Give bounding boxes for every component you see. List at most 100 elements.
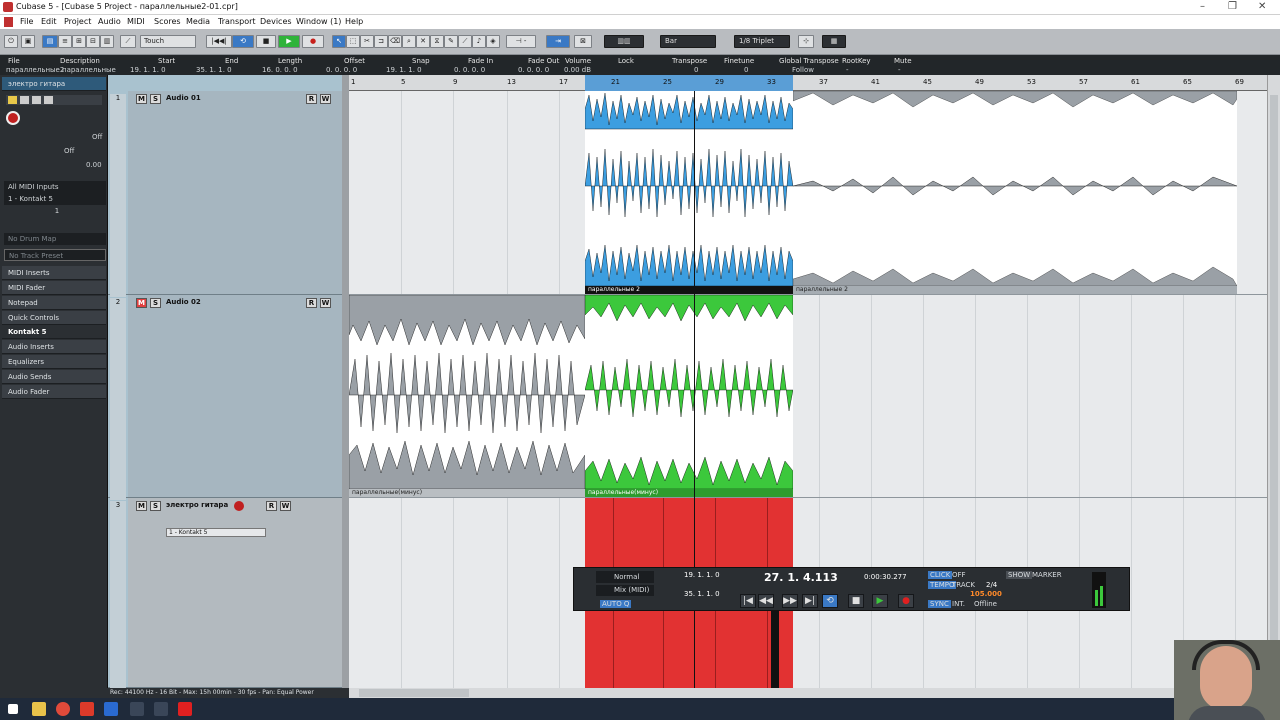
draw-tool[interactable]: ✎ — [444, 35, 458, 48]
track-write-button[interactable]: W — [320, 298, 331, 308]
midi-output-select[interactable]: 1 - Kontakt 5 — [4, 193, 106, 205]
rewind-icon[interactable]: ◀◀ — [758, 594, 774, 608]
position-bars-display[interactable]: 27. 1. 4.113 — [764, 571, 838, 584]
info-mute-value[interactable]: - — [898, 66, 901, 74]
split-tool[interactable]: ✂ — [360, 35, 374, 48]
zoom-tool[interactable]: ⌕ — [402, 35, 416, 48]
vertical-scrollbar[interactable] — [1267, 75, 1280, 688]
midi-channel-select[interactable]: 1 — [4, 205, 106, 217]
left-locator-value[interactable]: 19. 1. 1. 0 — [684, 571, 720, 579]
track-read-button[interactable]: R — [306, 298, 317, 308]
section-audio-sends[interactable]: Audio Sends — [2, 370, 106, 384]
erase-tool[interactable]: ⌫ — [388, 35, 402, 48]
section-midi-fader[interactable]: MIDI Fader — [2, 281, 106, 295]
minimize-button[interactable]: – — [1200, 1, 1205, 12]
section-audio-inserts[interactable]: Audio Inserts — [2, 340, 106, 354]
record-enable-icon[interactable] — [6, 111, 20, 125]
stop-icon[interactable]: ■ — [848, 594, 864, 608]
tempo-value[interactable]: 105.000 — [970, 590, 1002, 598]
track-name[interactable]: Audio 01 — [166, 94, 201, 102]
show-mixer-icon[interactable]: ▥ — [100, 35, 114, 48]
toolbar-extra-icon[interactable]: ⊹ — [798, 35, 814, 48]
audio-event-green[interactable]: параллельные(минус) — [585, 295, 793, 497]
color-tool[interactable]: ◈ — [486, 35, 500, 48]
go-to-start-button[interactable]: |◀◀| — [206, 35, 232, 48]
time-warp-tool[interactable]: ⧖ — [430, 35, 444, 48]
click-label[interactable]: CLICK — [928, 571, 953, 579]
snap-type-select[interactable]: ▥▥ — [604, 35, 644, 48]
info-offset-value[interactable]: 0. 0. 0. 0 — [326, 66, 357, 74]
track-name[interactable]: электро гитара — [166, 501, 228, 509]
info-end-value[interactable]: 35. 1. 1. 0 — [196, 66, 232, 74]
horizontal-scrollbar[interactable] — [349, 688, 1267, 698]
cubase-taskbar-icon[interactable] — [104, 702, 118, 716]
automation-mode-icon[interactable]: ⟋ — [120, 35, 136, 48]
stop-button[interactable]: ■ — [256, 35, 276, 48]
info-length-value[interactable]: 16. 0. 0. 0 — [262, 66, 298, 74]
snap-to-zero-button[interactable]: ⊠ — [574, 35, 592, 48]
show-overview-icon[interactable]: ⊞ — [72, 35, 86, 48]
track-solo-button[interactable]: S — [150, 501, 161, 511]
track-read-button[interactable]: R — [266, 501, 277, 511]
menu-window[interactable]: Window (1) — [296, 17, 341, 26]
object-selection-tool[interactable]: ↖ — [332, 35, 346, 48]
glue-tool[interactable]: ⊐ — [374, 35, 388, 48]
inspector-track-name[interactable]: электро гитара — [2, 77, 106, 91]
cycle-button[interactable]: ⟲ — [232, 35, 254, 48]
menu-edit[interactable]: Edit — [41, 17, 57, 26]
horizontal-scroll-thumb[interactable] — [359, 689, 469, 697]
track-mute-button[interactable]: M — [136, 501, 147, 511]
vertical-scroll-thumb[interactable] — [1270, 95, 1278, 655]
inspector-volume-value[interactable]: Off — [64, 147, 74, 155]
menu-transport[interactable]: Transport — [218, 17, 256, 26]
menu-audio[interactable]: Audio — [98, 17, 121, 26]
automation-mode-select[interactable]: Touch — [140, 35, 196, 48]
info-global-transpose-value[interactable]: Follow — [792, 66, 814, 74]
info-file-value[interactable]: параллельные2 — [6, 66, 64, 74]
go-to-start-icon[interactable]: |◀ — [740, 594, 756, 608]
section-notepad[interactable]: Notepad — [2, 296, 106, 310]
menu-help[interactable]: Help — [345, 17, 363, 26]
autoscroll-button[interactable]: ⊣ - — [506, 35, 536, 48]
section-quick-controls[interactable]: Quick Controls — [2, 311, 106, 325]
show-markers-button[interactable]: SHOW — [1006, 571, 1033, 579]
recorder-icon[interactable] — [178, 702, 192, 716]
document-icon[interactable] — [154, 702, 168, 716]
play-tool[interactable]: ♪ — [472, 35, 486, 48]
close-button[interactable]: ✕ — [1258, 1, 1266, 12]
record-button[interactable]: ● — [302, 35, 324, 48]
show-infoline-icon[interactable]: ≡ — [58, 35, 72, 48]
color-palette-icon[interactable]: ▦ — [822, 35, 846, 48]
track-mute-button[interactable]: M — [136, 298, 147, 308]
info-finetune-value[interactable]: 0 — [744, 66, 748, 74]
timeline-ruler[interactable]: 1 5 9 13 17 21 25 29 33 37 41 45 49 53 5… — [349, 75, 1267, 91]
info-fade-out-value[interactable]: 0. 0. 0. 0 — [518, 66, 549, 74]
inspector-write-button[interactable] — [44, 96, 53, 104]
show-inspector-icon[interactable]: ▤ — [42, 35, 58, 48]
track-electro-guitar[interactable]: 3 M S электро гитара R W 1 - Kontakt 5 — [108, 498, 348, 690]
info-snap-value[interactable]: 19. 1. 1. 0 — [386, 66, 422, 74]
info-fade-in-value[interactable]: 0. 0. 0. 0 — [454, 66, 485, 74]
menu-file[interactable]: File — [20, 17, 33, 26]
record-icon[interactable]: ● — [898, 594, 914, 608]
track-solo-button[interactable]: S — [150, 298, 161, 308]
right-locator-value[interactable]: 35. 1. 1. 0 — [684, 590, 720, 598]
track-output-select[interactable]: 1 - Kontakt 5 — [166, 528, 266, 537]
track-audio-01[interactable]: 1 M S Audio 01 R W — [108, 91, 348, 297]
click-state[interactable]: OFF — [952, 571, 966, 579]
play-icon[interactable]: ▶ — [872, 594, 888, 608]
position-time-display[interactable]: 0:00:30.277 — [864, 573, 907, 581]
mute-tool[interactable]: ✕ — [416, 35, 430, 48]
inspector-read-button[interactable] — [32, 96, 41, 104]
menu-scores[interactable]: Scores — [154, 17, 181, 26]
info-rootkey-value[interactable]: - — [846, 66, 849, 74]
audio-event-muted[interactable]: параллельные(минус) — [349, 295, 585, 497]
auto-quantize-button[interactable]: AUTO Q — [600, 600, 632, 608]
cycle-icon[interactable]: ⟲ — [822, 594, 838, 608]
inspector-pan-value[interactable]: 0.00 — [86, 161, 102, 169]
menu-media[interactable]: Media — [186, 17, 210, 26]
drum-map-select[interactable]: No Drum Map — [4, 233, 106, 245]
section-instrument[interactable]: Kontakt 5 — [2, 325, 106, 339]
play-button[interactable]: ▶ — [278, 35, 300, 48]
track-preset-select[interactable]: No Track Preset — [4, 249, 106, 261]
